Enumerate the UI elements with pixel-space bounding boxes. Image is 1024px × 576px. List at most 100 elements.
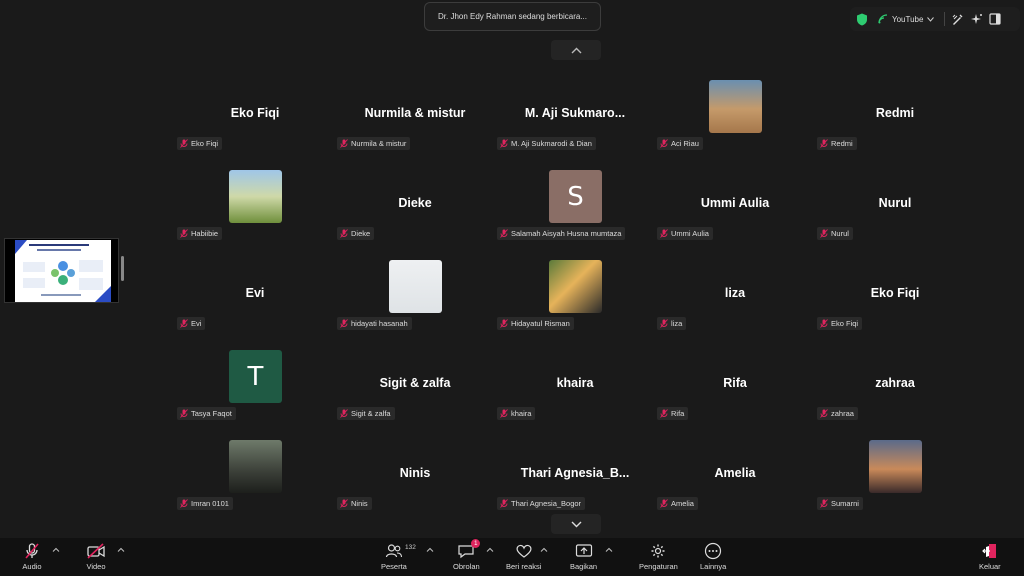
heart-icon <box>514 542 534 560</box>
avatar-photo <box>229 440 282 493</box>
participant-display-name: Nurul <box>878 196 912 210</box>
video-options-caret[interactable] <box>117 546 125 554</box>
participant-tile[interactable]: Rifa Rifa <box>655 346 815 436</box>
participants-options-caret[interactable] <box>426 546 434 554</box>
participant-name-text: Hidayatul Risman <box>511 319 570 328</box>
participant-tile[interactable]: Redmi Redmi <box>815 76 975 166</box>
participant-name-text: Nurul <box>831 229 849 238</box>
mic-muted-icon <box>180 229 188 238</box>
annotate-pen-icon[interactable] <box>951 9 964 29</box>
mic-muted-icon <box>820 499 828 508</box>
participant-tile[interactable]: zahraa zahraa <box>815 346 975 436</box>
participant-name-text: hidayati hasanah <box>351 319 408 328</box>
participant-name-text: M. Aji Sukmarodi & Dian <box>511 139 592 148</box>
participant-display-name: Eko Fiqi <box>870 286 920 300</box>
participant-name-text: Ninis <box>351 499 368 508</box>
audio-options-caret[interactable] <box>52 546 60 554</box>
participant-display-name: Ummi Aulia <box>700 196 770 210</box>
page-up-button[interactable] <box>551 40 601 60</box>
participant-name-text: Sigit & zalfa <box>351 409 391 418</box>
mic-muted-icon <box>22 542 42 560</box>
participant-tile[interactable]: Dieke Dieke <box>335 166 495 256</box>
audio-button[interactable]: Audio <box>22 542 42 571</box>
avatar-photo <box>549 260 602 313</box>
participant-tile[interactable]: Amelia Amelia <box>655 436 815 526</box>
chat-options-caret[interactable] <box>486 546 494 554</box>
react-button[interactable]: Beri reaksi <box>506 542 541 571</box>
leave-meeting-button[interactable]: Keluar <box>979 542 1001 571</box>
gear-icon <box>648 542 668 560</box>
share-screen-button[interactable]: Bagikan <box>570 542 597 571</box>
participant-display-name: Eko Fiqi <box>230 106 280 120</box>
react-options-caret[interactable] <box>540 546 548 554</box>
participant-name-label: Nurmila & mistur <box>337 137 411 150</box>
participant-name-text: Aci Riau <box>671 139 699 148</box>
participant-name-label: Amelia <box>657 497 698 510</box>
participant-display-name: Amelia <box>714 466 756 480</box>
participant-tile[interactable]: liza liza <box>655 256 815 346</box>
sparkle-effects-icon[interactable] <box>970 9 983 29</box>
participant-name-text: Redmi <box>831 139 853 148</box>
view-layout-icon[interactable] <box>989 9 1002 29</box>
participant-tile[interactable]: Sigit & zalfa Sigit & zalfa <box>335 346 495 436</box>
video-button[interactable]: Video <box>86 542 106 571</box>
participant-tile[interactable]: Nurul Nurul <box>815 166 975 256</box>
participant-name-label: M. Aji Sukmarodi & Dian <box>497 137 596 150</box>
participant-name-label: Eko Fiqi <box>177 137 223 150</box>
chevron-up-icon <box>571 47 581 53</box>
mic-muted-icon <box>500 319 508 328</box>
active-speaker-text: Dr. Jhon Edy Rahman sedang berbicara... <box>438 12 587 21</box>
participant-tile[interactable]: Habiibie <box>175 166 335 256</box>
more-button[interactable]: Lainnya <box>700 542 726 571</box>
participant-tile[interactable]: Ninis Ninis <box>335 436 495 526</box>
participant-tile[interactable]: Evi Evi <box>175 256 335 346</box>
mic-muted-icon <box>180 499 188 508</box>
participant-tile[interactable]: Nurmila & mistur Nurmila & mistur <box>335 76 495 166</box>
participants-button[interactable]: Peserta <box>381 542 407 571</box>
mic-muted-icon <box>500 139 508 148</box>
youtube-stream-dropdown[interactable]: YouTube <box>874 14 938 24</box>
screen-share-thumbnail[interactable] <box>4 238 119 303</box>
participant-name-label: Rifa <box>657 407 689 420</box>
participant-tile[interactable]: Eko Fiqi Eko Fiqi <box>815 256 975 346</box>
youtube-label: YouTube <box>892 14 924 24</box>
participant-count: 132 <box>405 544 416 551</box>
participant-name-text: khaira <box>511 409 532 418</box>
participant-tile[interactable]: hidayati hasanah <box>335 256 495 346</box>
participant-name-label: khaira <box>497 407 536 420</box>
share-options-caret[interactable] <box>605 546 613 554</box>
chat-button[interactable]: 1 Obrolan <box>453 539 481 571</box>
participant-tile[interactable]: Eko Fiqi Eko Fiqi <box>175 76 335 166</box>
participant-name-text: Nurmila & mistur <box>351 139 407 148</box>
chat-bubble-icon: 1 <box>456 539 481 560</box>
participant-display-name: Redmi <box>875 106 915 120</box>
participant-name-label: Ummi Aulia <box>657 227 713 240</box>
avatar-photo <box>709 80 762 133</box>
participant-name-label: Ninis <box>337 497 372 510</box>
mic-muted-icon <box>340 499 348 508</box>
mic-muted-icon <box>180 319 188 328</box>
participant-tile[interactable]: Ummi Aulia Ummi Aulia <box>655 166 815 256</box>
participant-tile[interactable]: Sumarni <box>815 436 975 526</box>
settings-button[interactable]: Pengaturan <box>639 542 678 571</box>
settings-label: Pengaturan <box>639 562 678 571</box>
participant-tile[interactable]: Imran 0101 <box>175 436 335 526</box>
leave-label: Keluar <box>979 562 1001 571</box>
participant-name-label: Salamah Aisyah Husna mumtaza <box>497 227 626 240</box>
participant-tile[interactable]: M. Aji Sukmaro... M. Aji Sukmarodi & Dian <box>495 76 655 166</box>
shield-icon[interactable] <box>856 9 868 29</box>
participant-tile[interactable]: Aci Riau <box>655 76 815 166</box>
participant-tile[interactable]: S Salamah Aisyah Husna mumtaza <box>495 166 655 256</box>
participant-tile[interactable]: khaira khaira <box>495 346 655 436</box>
participant-tile[interactable]: Thari Agnesia_B... Thari Agnesia_Bogor <box>495 436 655 526</box>
participant-name-label: Sumarni <box>817 497 863 510</box>
mic-muted-icon <box>660 409 668 418</box>
participant-tile[interactable]: Hidayatul Risman <box>495 256 655 346</box>
participant-name-label: Evi <box>177 317 206 330</box>
video-label: Video <box>86 562 106 571</box>
panel-resize-handle[interactable] <box>121 256 124 281</box>
participant-name-text: zahraa <box>831 409 854 418</box>
chat-label: Obrolan <box>453 562 480 571</box>
mic-muted-icon <box>340 409 348 418</box>
participant-tile[interactable]: T Tasya Faqot <box>175 346 335 436</box>
